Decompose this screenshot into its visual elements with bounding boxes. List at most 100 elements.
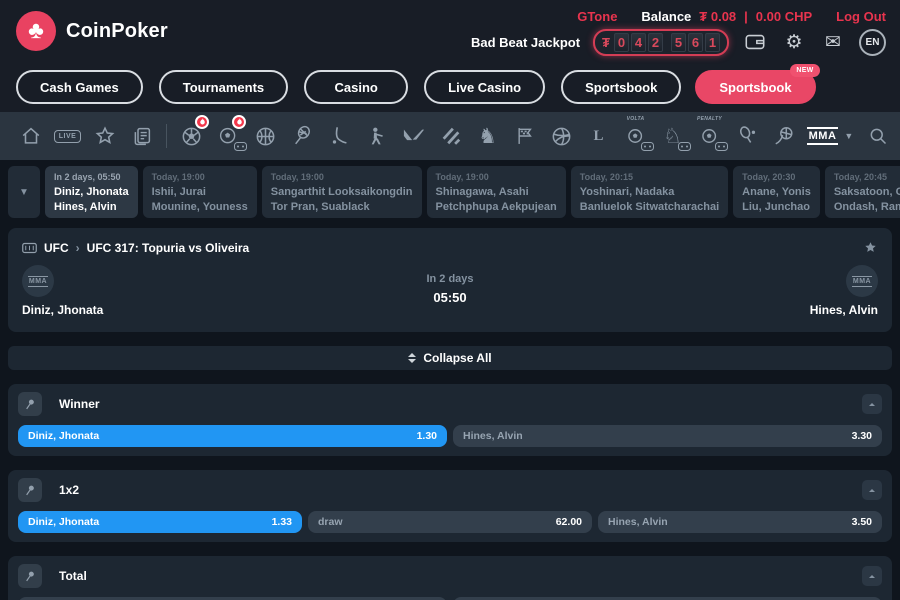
rainbow-six-icon[interactable] bbox=[432, 119, 469, 153]
odd-button[interactable]: Hines, Alvin 3.30 bbox=[453, 425, 882, 447]
home-icon[interactable] bbox=[12, 119, 49, 153]
match-player2: Banluelok Sitwatcharachai bbox=[580, 200, 719, 215]
balance-label: Balance bbox=[641, 9, 691, 24]
odd-button[interactable]: Hines, Alvin 3.50 bbox=[598, 511, 882, 533]
volta-football-icon[interactable]: VOLTA bbox=[617, 119, 654, 153]
racing-flag-icon[interactable] bbox=[506, 119, 543, 153]
username-link[interactable]: GTone bbox=[577, 9, 617, 24]
language-selector[interactable]: EN bbox=[859, 29, 886, 56]
odd-value: 3.50 bbox=[852, 516, 872, 528]
logout-link[interactable]: Log Out bbox=[836, 9, 886, 24]
match-player2: Hines, Alvin bbox=[54, 200, 129, 215]
match-card[interactable]: In 2 days, 05:50 Diniz, Jhonata Hines, A… bbox=[45, 166, 138, 218]
market-title: Total bbox=[59, 569, 845, 583]
mma-tab-active[interactable]: MMA ▼ bbox=[802, 119, 858, 153]
news-feed-icon[interactable] bbox=[123, 119, 160, 153]
nav-live-casino-button[interactable]: Live Casino bbox=[424, 70, 545, 104]
team-away: MMA Hines, Alvin bbox=[708, 265, 878, 317]
jackpot-digit: 0 bbox=[614, 33, 629, 52]
league-of-legends-icon[interactable]: L bbox=[580, 119, 617, 153]
volleyball-icon[interactable] bbox=[543, 119, 580, 153]
odd-button-selected[interactable]: Diniz, Jhonata 1.30 bbox=[18, 425, 447, 447]
match-card[interactable]: Today, 19:00 Ishii, Jurai Mounine, Youne… bbox=[143, 166, 257, 218]
live-events-icon[interactable]: LIVE bbox=[49, 119, 86, 153]
jackpot-digit: 5 bbox=[671, 33, 686, 52]
jackpot-digit: 2 bbox=[648, 33, 663, 52]
pin-button[interactable] bbox=[18, 392, 42, 416]
tennis-icon[interactable] bbox=[284, 119, 321, 153]
live-label: LIVE bbox=[54, 130, 82, 143]
search-icon[interactable] bbox=[858, 119, 898, 153]
pin-button[interactable] bbox=[18, 564, 42, 588]
pin-button[interactable] bbox=[18, 478, 42, 502]
match-player2: Liu, Junchao bbox=[742, 200, 811, 215]
gamepad-badge bbox=[234, 142, 247, 151]
coinpoker-logo-icon: ♣ bbox=[16, 11, 56, 51]
jackpot-counter[interactable]: ₮ 0 4 2 5 6 1 bbox=[593, 29, 729, 56]
breadcrumb-league[interactable]: UFC bbox=[44, 241, 69, 255]
odd-button-selected[interactable]: Diniz, Jhonata 1.33 bbox=[18, 511, 302, 533]
odd-value: 1.30 bbox=[417, 430, 437, 442]
match-card[interactable]: Today, 19:00 Shinagawa, Asahi Petchphupa… bbox=[427, 166, 566, 218]
collapse-market-button[interactable] bbox=[862, 480, 882, 500]
chevron-down-icon: ▼ bbox=[19, 187, 29, 198]
collapse-market-button[interactable] bbox=[862, 394, 882, 414]
collapse-all-button[interactable]: Collapse All bbox=[8, 346, 892, 370]
odd-label: Diniz, Jhonata bbox=[28, 430, 99, 442]
strip-dropdown-button[interactable]: ▼ bbox=[8, 166, 40, 218]
market-title: 1x2 bbox=[59, 483, 845, 497]
chevron-down-icon[interactable]: ▼ bbox=[844, 131, 853, 141]
match-card[interactable]: Today, 20:15 Yoshinari, Nadaka Banluelok… bbox=[571, 166, 728, 218]
collapse-market-button[interactable] bbox=[862, 566, 882, 586]
lol-glyph: L bbox=[593, 128, 603, 145]
account-row: GTone Balance ₮ 0.08 | 0.00 CHP Log Out bbox=[577, 9, 886, 24]
field-hockey-icon[interactable] bbox=[321, 119, 358, 153]
match-card[interactable]: Today, 19:00 Sangarthit Looksaikongdin T… bbox=[262, 166, 422, 218]
nav-tournaments-button[interactable]: Tournaments bbox=[159, 70, 288, 104]
hot-fire-badge bbox=[195, 115, 209, 129]
settings-gear-icon[interactable]: ⚙ bbox=[781, 29, 807, 55]
padel-icon[interactable] bbox=[728, 119, 765, 153]
wallet-icon[interactable] bbox=[742, 29, 768, 55]
match-player1: Sangarthit Looksaikongdin bbox=[271, 185, 413, 200]
messages-envelope-icon[interactable]: ✉ bbox=[820, 29, 846, 55]
main-nav: Cash Games Tournaments Casino Live Casin… bbox=[0, 62, 900, 112]
nav-sportsbook-new-button[interactable]: Sportsbook NEW bbox=[695, 70, 815, 104]
odd-value: 3.30 bbox=[852, 430, 872, 442]
match-card[interactable]: Today, 20:30 Anane, Yonis Liu, Junchao bbox=[733, 166, 820, 218]
nav-sportsbook-new-label: Sportsbook bbox=[719, 80, 791, 95]
match-player2: Tor Pran, Suablack bbox=[271, 200, 413, 215]
match-time: Today, 19:00 bbox=[152, 172, 248, 182]
market-header: 1x2 bbox=[18, 478, 882, 502]
bad-beat-jackpot-label: Bad Beat Jackpot bbox=[471, 35, 580, 50]
jackpot-digit: 6 bbox=[688, 33, 703, 52]
nav-sportsbook-button[interactable]: Sportsbook bbox=[561, 70, 681, 104]
match-player1: Shinagawa, Asahi bbox=[436, 185, 557, 200]
tugrik-currency-icon: ₮ bbox=[602, 35, 610, 50]
player2-name: Hines, Alvin bbox=[810, 303, 878, 317]
virtual-horse-racing-icon[interactable]: ♘ bbox=[654, 119, 691, 153]
nav-casino-button[interactable]: Casino bbox=[304, 70, 408, 104]
counter-strike-icon[interactable] bbox=[358, 119, 395, 153]
basketball-icon[interactable] bbox=[247, 119, 284, 153]
volta-label: VOLTA bbox=[627, 116, 645, 122]
coinpoker-logo[interactable]: ♣ CoinPoker bbox=[16, 11, 168, 51]
breadcrumb-event[interactable]: UFC 317: Topuria vs Oliveira bbox=[87, 241, 250, 255]
soccer-icon[interactable] bbox=[173, 119, 210, 153]
match-player1: Yoshinari, Nadaka bbox=[580, 185, 719, 200]
penalty-football-icon[interactable]: PENALTY bbox=[691, 119, 728, 153]
nav-cash-games-button[interactable]: Cash Games bbox=[16, 70, 143, 104]
valorant-icon[interactable] bbox=[395, 119, 432, 153]
odd-label: Hines, Alvin bbox=[608, 516, 668, 528]
player1-avatar: MMA bbox=[22, 265, 54, 297]
favorites-star-icon[interactable] bbox=[86, 119, 123, 153]
odd-button[interactable]: draw 62.00 bbox=[308, 511, 592, 533]
favorite-star-icon[interactable] bbox=[863, 240, 878, 255]
chess-icon[interactable]: ♞ bbox=[469, 119, 506, 153]
odd-label: Hines, Alvin bbox=[463, 430, 523, 442]
topbar-right: GTone Balance ₮ 0.08 | 0.00 CHP Log Out … bbox=[471, 7, 886, 56]
handball-icon[interactable] bbox=[765, 119, 802, 153]
match-card[interactable]: Today, 20:45 Saksatoon, Chartpayak Ondas… bbox=[825, 166, 900, 218]
odd-label: draw bbox=[318, 516, 343, 528]
esoccer-icon[interactable] bbox=[210, 119, 247, 153]
